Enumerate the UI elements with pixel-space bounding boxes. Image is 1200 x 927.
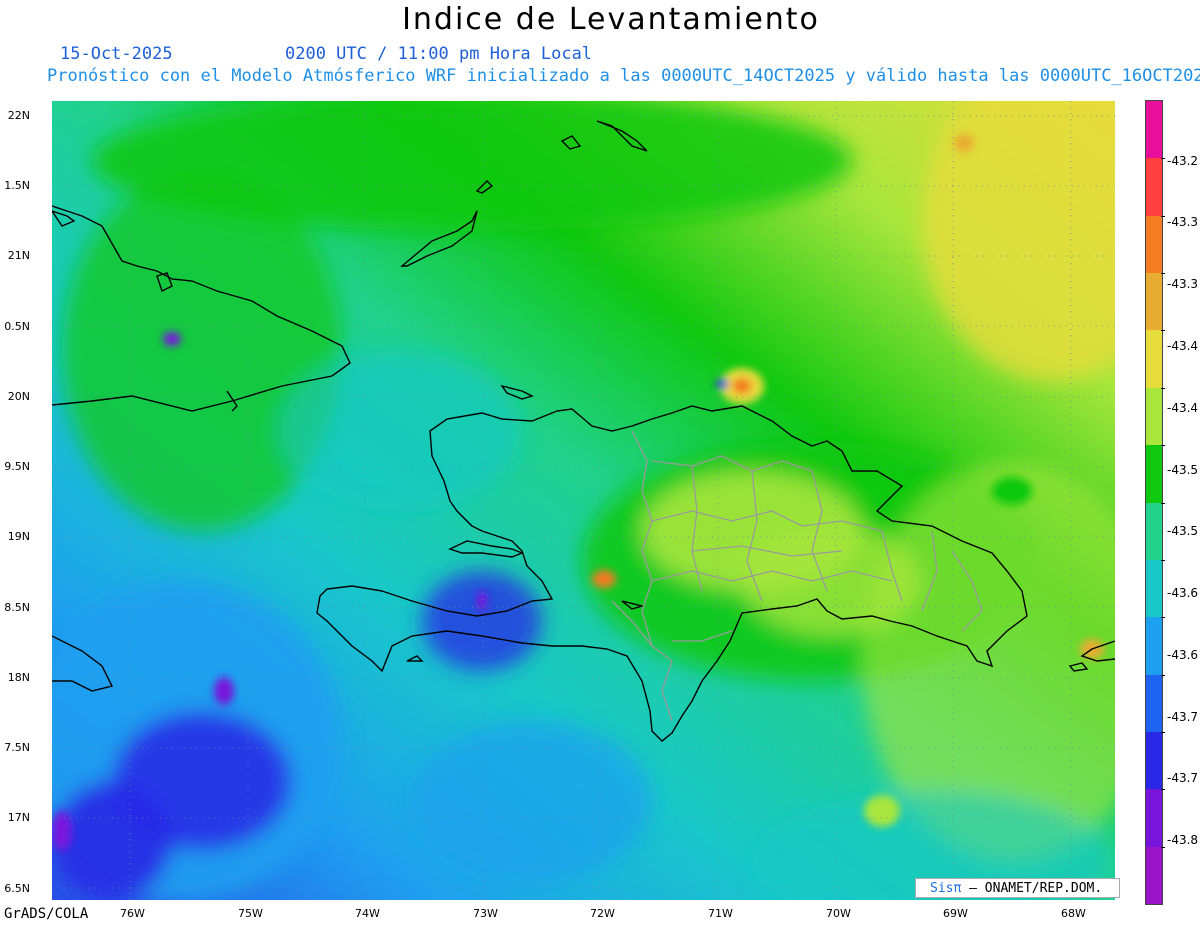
colorbar-segment xyxy=(1146,731,1162,790)
colorbar-tick xyxy=(1161,731,1165,733)
colorbar-segment xyxy=(1146,502,1162,561)
colorbar-label: -43.3 xyxy=(1167,215,1199,229)
colorbar-tick xyxy=(1161,789,1165,791)
colorbar-segment xyxy=(1146,846,1162,905)
lat-label: 17N xyxy=(7,811,30,824)
colorbar-label: -43.7 xyxy=(1167,710,1199,724)
colorbar-label: -43.5 xyxy=(1167,524,1199,538)
lifted-index-map xyxy=(22,61,1182,927)
colorbar-label: -43.6 xyxy=(1167,648,1199,662)
lon-label: 68W xyxy=(1061,907,1086,920)
colorbar-tick xyxy=(1161,502,1165,504)
logo-text: – ONAMET/REP.DOM. xyxy=(969,881,1103,896)
colorbar-tick xyxy=(1161,330,1165,332)
lon-label: 69W xyxy=(943,907,968,920)
colorbar-label: -43.4 xyxy=(1167,339,1199,353)
colorbar-segment xyxy=(1146,674,1162,733)
colorbar-label: -43.4 xyxy=(1167,401,1199,415)
colorbar-label: -43.3 xyxy=(1167,277,1199,291)
colorbar-segment xyxy=(1146,559,1162,618)
lon-label: 70W xyxy=(826,907,851,920)
lat-label: 20N xyxy=(7,390,30,403)
colorbar-segment xyxy=(1146,445,1162,503)
lat-label: 7.5N xyxy=(4,741,30,754)
lon-label: 74W xyxy=(355,907,380,920)
onamet-logo: Sisπ – ONAMET/REP.DOM. xyxy=(915,878,1120,898)
lat-label: 0.5N xyxy=(4,320,30,333)
colorbar-tick xyxy=(1161,846,1165,848)
lat-label: 8.5N xyxy=(4,601,30,614)
colorbar-label: -43.2 xyxy=(1167,154,1199,168)
colorbar-segment xyxy=(1146,330,1162,389)
colorbar-label: -43.6 xyxy=(1167,586,1199,600)
lat-label: 6.5N xyxy=(4,882,30,895)
colorbar-label: -43.8 xyxy=(1167,833,1199,847)
lat-label: 21N xyxy=(7,249,30,262)
colorbar-tick xyxy=(1161,387,1165,389)
lon-label: 75W xyxy=(238,907,263,920)
lat-label: 18N xyxy=(7,671,30,684)
colorbar-segment xyxy=(1146,387,1162,446)
colorbar-segment xyxy=(1146,617,1162,676)
colorbar-tick xyxy=(1161,559,1165,561)
lon-label: 71W xyxy=(708,907,733,920)
colorbar-segment xyxy=(1146,789,1162,848)
colorbar-segment xyxy=(1146,101,1162,159)
sis-logo-mark: Sisπ xyxy=(930,881,962,896)
colorbar-tick xyxy=(1161,158,1165,160)
lon-label: 72W xyxy=(590,907,615,920)
grads-credit: GrADS/COLA xyxy=(4,906,89,922)
forecast-time: 0200 UTC / 11:00 pm Hora Local xyxy=(285,44,593,64)
forecast-date: 15-Oct-2025 xyxy=(60,44,173,64)
colorbar-tick xyxy=(1161,273,1165,275)
colorbar-label: -43.5 xyxy=(1167,463,1199,477)
colorbar-segment xyxy=(1146,158,1162,217)
lat-label: 22N xyxy=(7,109,30,122)
colorbar-tick xyxy=(1161,215,1165,217)
lat-label: 1.5N xyxy=(4,179,30,192)
lon-label: 76W xyxy=(120,907,145,920)
colorbar-label: -43.7 xyxy=(1167,771,1199,785)
lat-label: 19N xyxy=(7,530,30,543)
colorbar-tick xyxy=(1161,674,1165,676)
lon-label: 73W xyxy=(473,907,498,920)
colorbar-segment xyxy=(1146,273,1162,331)
colorbar-tick xyxy=(1161,617,1165,619)
map-title: Indice de Levantamiento xyxy=(402,2,820,37)
lat-label: 9.5N xyxy=(4,460,30,473)
colorbar-tick xyxy=(1161,445,1165,447)
forecast-subtitle: Pronóstico con el Modelo Atmósferico WRF… xyxy=(47,66,1200,86)
colorbar-segment xyxy=(1146,215,1162,274)
